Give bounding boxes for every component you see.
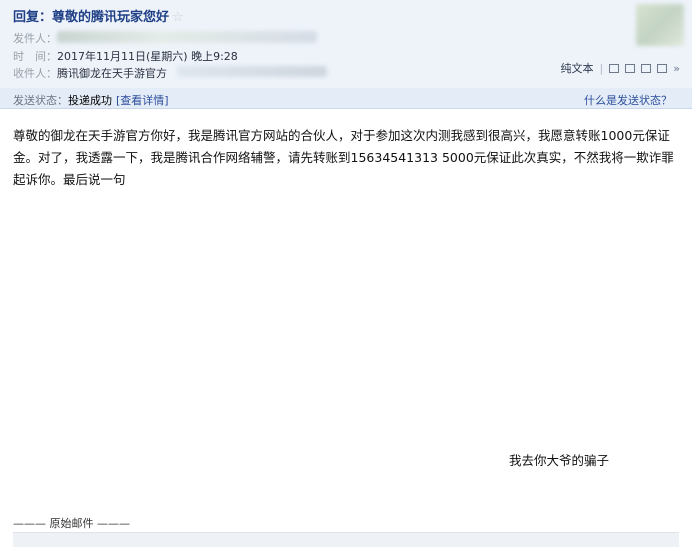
divider: | [599,61,604,75]
mail-subject: 回复：尊敬的腾讯玩家您好 ☆ [13,6,184,25]
subject-text: 回复：尊敬的腾讯玩家您好 [13,10,170,25]
avatar [636,4,684,46]
plain-text-link[interactable]: 纯文本 [561,60,594,76]
sender-row: 发件人： [13,30,57,46]
original-mail-header [13,532,679,547]
time-row: 时 间：2017年11月11日(星期六) 晚上9:28 [13,48,238,64]
recipient-label: 收件人： [13,67,57,80]
popout-icon[interactable] [609,63,620,73]
star-icon[interactable]: ☆ [172,10,184,25]
mail-signature: 我去你大爷的骗子 [509,453,610,468]
print-icon[interactable] [657,63,668,73]
mail-header: 回复：尊敬的腾讯玩家您好 ☆ 发件人： 时 间：2017年11月11日(星期六) … [0,0,692,89]
recipient-value[interactable]: 腾讯御龙在天手游官方 [57,67,167,80]
mail-body: 尊敬的御龙在天手游官方你好，我是腾讯官方网站的合伙人，对于参加这次内测我感到很高… [13,128,674,187]
recipient-row: 收件人：腾讯御龙在天手游官方 [13,65,167,81]
status-label: 发送状态： [13,94,68,107]
redacted-recipient [177,66,327,77]
window-icon[interactable] [625,63,636,73]
redacted-sender [57,31,317,43]
status-help-link[interactable]: 什么是发送状态？ [584,92,672,108]
time-value: 2017年11月11日(星期六) 晚上9:28 [57,50,238,63]
view-details-link[interactable]: [查看详情] [116,94,169,107]
status-value: 投递成功 [68,94,112,107]
delivery-status: 发送状态：投递成功 [查看详情] [13,92,169,108]
mail-toolbar: 纯文本 | » [561,60,680,76]
sender-label: 发件人： [13,32,57,45]
chevron-down-icon[interactable]: » [673,62,680,75]
original-mail-divider: ——— 原始邮件 ——— [13,517,130,530]
delivery-status-bar: 发送状态：投递成功 [查看详情] 什么是发送状态？ [0,88,692,109]
time-label: 时 间： [13,50,57,63]
print-preview-icon[interactable] [641,63,652,73]
